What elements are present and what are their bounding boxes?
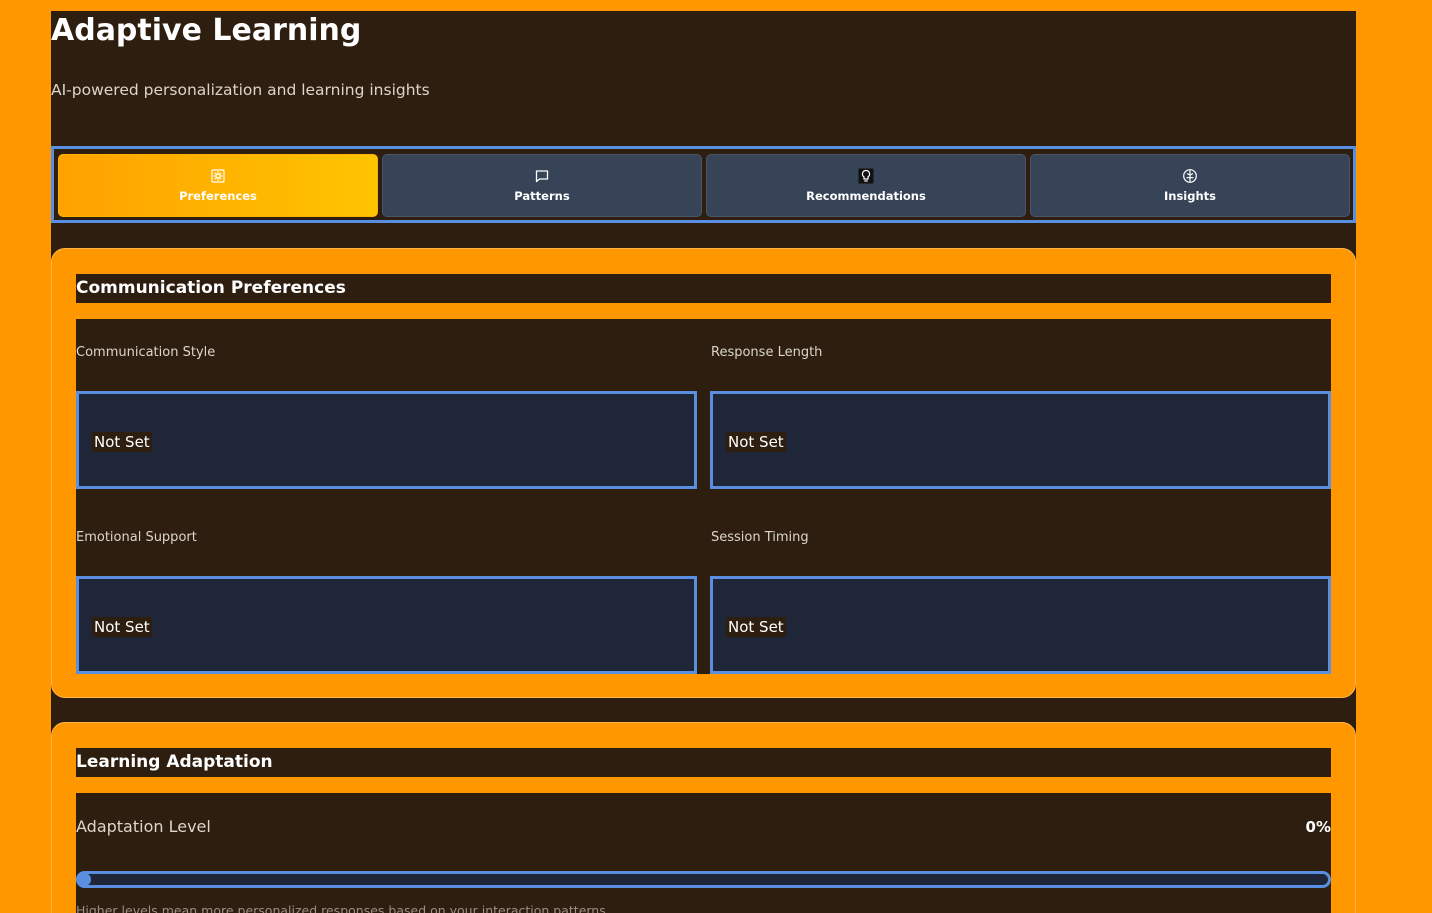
tab-patterns[interactable]: Patterns bbox=[382, 154, 702, 217]
emotional-support-select[interactable]: Not Set bbox=[76, 576, 697, 674]
adaptation-level-value: 0% bbox=[1305, 818, 1331, 836]
tab-label: Patterns bbox=[514, 189, 570, 203]
communication-preferences-body: Communication Style Not Set Response Len… bbox=[76, 319, 1331, 674]
lightbulb-icon bbox=[858, 168, 874, 184]
adaptation-level-label: Adaptation Level bbox=[76, 817, 211, 836]
message-square-icon bbox=[535, 170, 549, 183]
communication-preferences-title: Communication Preferences bbox=[76, 274, 1331, 303]
select-value: Not Set bbox=[92, 617, 152, 637]
tab-insights[interactable]: Insights bbox=[1030, 154, 1350, 217]
communication-preferences-card: Communication Preferences Communication … bbox=[51, 248, 1356, 698]
learning-adaptation-card: Learning Adaptation Adaptation Level 0% … bbox=[51, 722, 1356, 913]
select-value: Not Set bbox=[726, 617, 786, 637]
select-value: Not Set bbox=[92, 432, 152, 452]
page-subtitle: AI-powered personalization and learning … bbox=[51, 81, 430, 99]
communication-style-select[interactable]: Not Set bbox=[76, 391, 697, 489]
brain-icon bbox=[1183, 169, 1197, 183]
gear-icon bbox=[211, 169, 225, 183]
session-timing-label: Session Timing bbox=[711, 530, 809, 545]
page-title: Adaptive Learning bbox=[51, 13, 362, 48]
select-value: Not Set bbox=[726, 432, 786, 452]
tab-preferences[interactable]: Preferences bbox=[58, 154, 378, 217]
tab-label: Recommendations bbox=[806, 189, 926, 203]
tab-label: Insights bbox=[1163, 189, 1216, 203]
adaptation-level-slider[interactable] bbox=[76, 871, 1331, 888]
communication-style-label: Communication Style bbox=[76, 345, 216, 360]
adaptation-hint: Higher levels mean more personalized res… bbox=[76, 903, 606, 913]
slider-thumb[interactable] bbox=[78, 873, 91, 886]
tab-bar: Preferences Patterns Recommendations Ins… bbox=[51, 146, 1356, 223]
tab-recommendations[interactable]: Recommendations bbox=[706, 154, 1026, 217]
learning-adaptation-body: Adaptation Level 0% Higher levels mean m… bbox=[76, 793, 1331, 913]
session-timing-select[interactable]: Not Set bbox=[710, 576, 1331, 674]
learning-adaptation-title: Learning Adaptation bbox=[76, 748, 1331, 777]
response-length-select[interactable]: Not Set bbox=[710, 391, 1331, 489]
response-length-label: Response Length bbox=[711, 345, 823, 360]
tab-label: Preferences bbox=[179, 189, 257, 203]
main-panel: Adaptive Learning AI-powered personaliza… bbox=[51, 11, 1356, 913]
emotional-support-label: Emotional Support bbox=[76, 530, 197, 545]
